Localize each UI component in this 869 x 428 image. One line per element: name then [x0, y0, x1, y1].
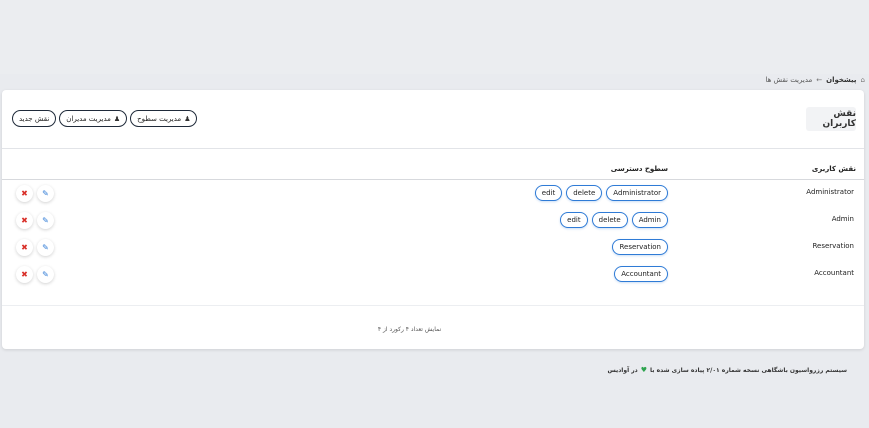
- table-row: Administrator Administrator delete edit …: [2, 182, 864, 209]
- table-row: Accountant Accountant ✖ ✎: [2, 263, 864, 290]
- table-header: نقش کاربری سطوح دسترسی: [2, 162, 864, 180]
- breadcrumb: ⌂ پیشخوان ← مدیریت نقش ها: [766, 73, 866, 87]
- row-actions: ✖ ✎: [16, 266, 54, 283]
- edit-icon: ✎: [42, 270, 49, 279]
- card-footer: نمایش تعداد ۴ رکورد از ۴: [2, 305, 864, 349]
- permission-pill[interactable]: Reservation: [612, 239, 668, 255]
- edit-button[interactable]: ✎: [37, 212, 54, 229]
- permission-pill[interactable]: Accountant: [614, 266, 668, 282]
- role-name: Administrator: [806, 188, 854, 196]
- column-header-levels: سطوح دسترسی: [610, 165, 668, 173]
- close-icon: ✖: [21, 270, 28, 279]
- manage-admins-label: مدیریت مدیران: [66, 114, 111, 123]
- edit-button[interactable]: ✎: [37, 185, 54, 202]
- row-actions: ✖ ✎: [16, 185, 54, 202]
- users-icon: ♟: [113, 114, 121, 123]
- record-count-summary: نمایش تعداد ۴ رکورد از ۴: [377, 326, 442, 333]
- delete-button[interactable]: ✖: [16, 185, 33, 202]
- permission-list: Administrator delete edit: [534, 185, 668, 201]
- permission-list: Reservation: [612, 239, 668, 255]
- edit-icon: ✎: [42, 216, 49, 225]
- edit-button[interactable]: ✎: [37, 266, 54, 283]
- roles-card: نقش کاربران نقش جدید ♟ مدیریت مدیران ♟ م…: [2, 90, 864, 349]
- role-name: Admin: [831, 215, 854, 223]
- permission-list: Accountant: [614, 266, 668, 282]
- manage-levels-label: مدیریت سطوح: [137, 114, 182, 123]
- page-title: نقش کاربران: [806, 107, 856, 131]
- edit-button[interactable]: ✎: [37, 239, 54, 256]
- close-icon: ✖: [21, 189, 28, 198]
- card-header: نقش کاربران نقش جدید ♟ مدیریت مدیران ♟ م…: [2, 90, 864, 149]
- table-row: Admin Admin delete edit ✖ ✎: [2, 209, 864, 236]
- manage-admins-button[interactable]: ♟ مدیریت مدیران: [59, 110, 128, 127]
- manage-levels-button[interactable]: ♟ مدیریت سطوح: [130, 110, 198, 127]
- delete-button[interactable]: ✖: [16, 239, 33, 256]
- permission-list: Admin delete edit: [560, 212, 668, 228]
- edit-icon: ✎: [42, 189, 49, 198]
- new-role-label: نقش جدید: [19, 114, 50, 123]
- new-role-button[interactable]: نقش جدید: [12, 110, 57, 127]
- close-icon: ✖: [21, 216, 28, 225]
- table-row: Reservation Reservation ✖ ✎: [2, 236, 864, 263]
- heart-icon: ♥: [640, 366, 648, 374]
- site-footer: سیستم رزرواسیون باشگاهی نسخه شماره ۲/۰۱ …: [607, 366, 847, 374]
- edit-icon: ✎: [42, 243, 49, 252]
- row-actions: ✖ ✎: [16, 239, 54, 256]
- permission-pill[interactable]: delete: [566, 185, 603, 201]
- footer-text-before: سیستم رزرواسیون باشگاهی نسخه شماره ۲/۰۱ …: [650, 366, 847, 374]
- permission-pill[interactable]: edit: [560, 212, 588, 228]
- users-icon: ♟: [184, 114, 191, 123]
- role-name: Accountant: [814, 269, 854, 277]
- breadcrumb-home-link[interactable]: پیشخوان: [826, 76, 856, 84]
- permission-pill[interactable]: edit: [534, 185, 563, 201]
- header-buttons: نقش جدید ♟ مدیریت مدیران ♟ مدیریت سطوح: [12, 110, 198, 127]
- permission-pill[interactable]: Administrator: [606, 185, 668, 201]
- role-name: Reservation: [812, 242, 854, 250]
- home-icon: ⌂: [860, 76, 865, 84]
- delete-button[interactable]: ✖: [16, 212, 33, 229]
- top-background: [0, 0, 869, 74]
- delete-button[interactable]: ✖: [16, 266, 33, 283]
- permission-pill[interactable]: Admin: [631, 212, 668, 228]
- permission-pill[interactable]: delete: [591, 212, 628, 228]
- row-actions: ✖ ✎: [16, 212, 54, 229]
- close-icon: ✖: [21, 243, 28, 252]
- footer-text-after: در آوادیس: [607, 366, 638, 374]
- breadcrumb-current: مدیریت نقش ها: [765, 76, 813, 84]
- column-header-role: نقش کاربری: [811, 165, 856, 173]
- breadcrumb-separator: ←: [816, 76, 823, 84]
